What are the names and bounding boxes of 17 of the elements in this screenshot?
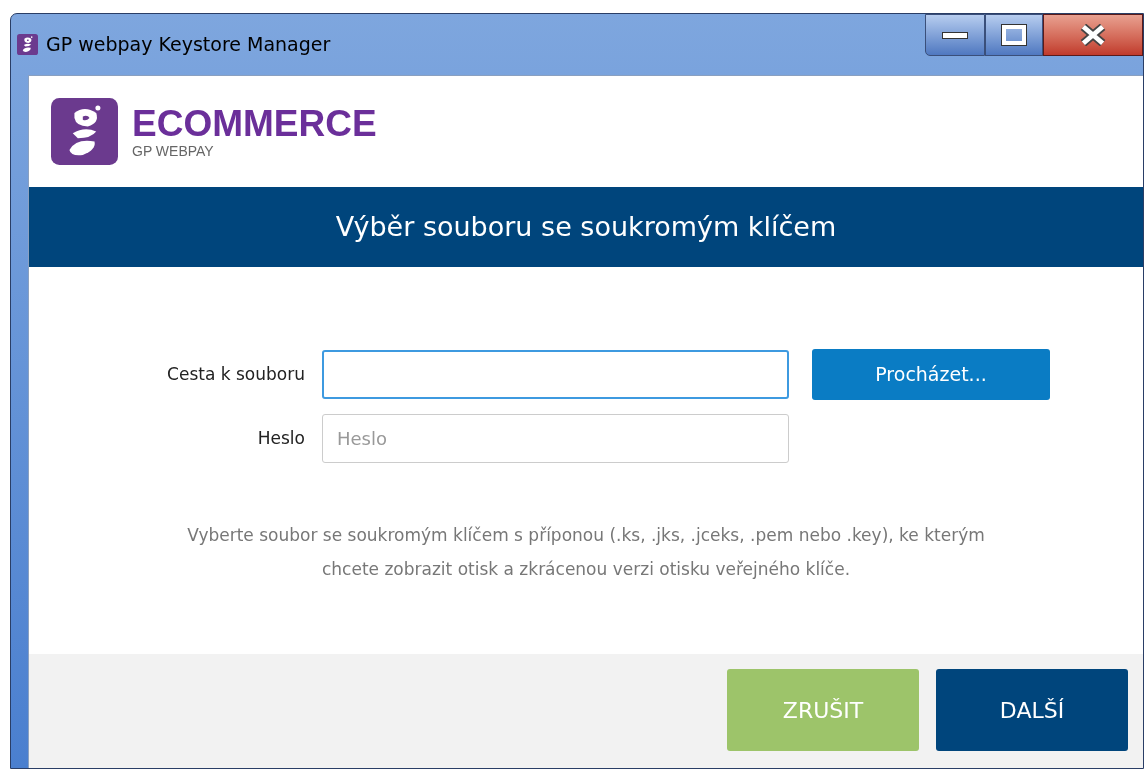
brand-name: ECOMMERCE [132,104,377,143]
logo-icon [51,98,118,165]
maximize-button[interactable] [985,14,1043,56]
app-icon [17,34,38,55]
next-button[interactable]: DALŠÍ [936,669,1128,751]
input-field[interactable]: Heslo [322,414,789,463]
browse-button[interactable]: Procházet... [812,349,1050,400]
hint-text: Vyberte soubor se soukromým klíčem s příponou (.ks, .jks, .jceks, .pem nebo .key), ke kterým chcete zobrazit otisk a zkrácenou verzi otisku veřejného klíče. [186,524,986,581]
field-label: Cesta k souboru [166,362,306,386]
field-label: Heslo [256,426,306,450]
minimize-button[interactable] [925,14,985,56]
title-banner: Výběr souboru se soukromým klíčem [29,187,1143,267]
close-button[interactable] [1043,14,1143,56]
brand-subtitle: GP WEBPAY [132,142,215,159]
close-icon [1079,24,1107,46]
input-field[interactable] [322,350,789,399]
window-title: GP webpay Keystore Manager [46,32,331,58]
